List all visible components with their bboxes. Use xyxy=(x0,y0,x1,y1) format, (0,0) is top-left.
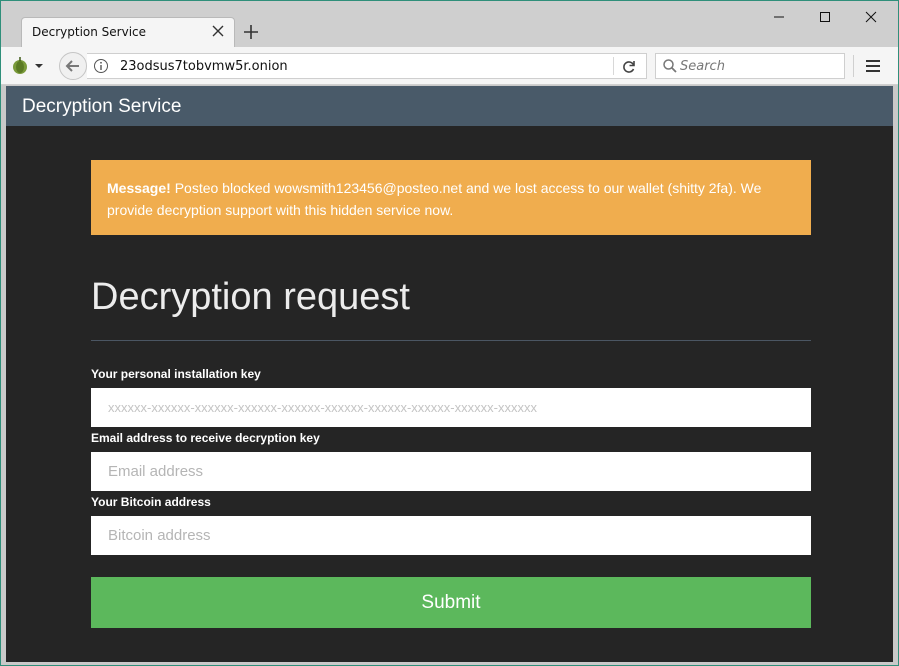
search-input[interactable] xyxy=(680,56,840,76)
info-icon[interactable] xyxy=(93,58,109,74)
alert-message: Message! Posteo blocked wowsmith123456@p… xyxy=(91,160,811,235)
email-input[interactable] xyxy=(91,452,811,491)
hamburger-menu-icon[interactable] xyxy=(861,55,885,77)
minimize-icon[interactable] xyxy=(759,5,799,29)
search-icon xyxy=(662,58,678,74)
bitcoin-address-input[interactable] xyxy=(91,516,811,555)
alert-text: Posteo blocked wowsmith123456@posteo.net… xyxy=(107,180,762,218)
site-header: Decryption Service xyxy=(6,86,893,126)
reload-icon[interactable] xyxy=(619,57,639,77)
back-button[interactable] xyxy=(59,52,87,80)
arrow-left-icon xyxy=(65,60,79,72)
tab-title: Decryption Service xyxy=(32,25,147,39)
divider xyxy=(91,340,811,341)
toolbar-divider xyxy=(853,55,854,77)
page-content: Decryption Service Message! Posteo block… xyxy=(6,86,893,662)
new-tab-icon[interactable] xyxy=(241,22,261,42)
installation-key-input[interactable] xyxy=(91,388,811,427)
close-tab-icon[interactable] xyxy=(210,23,226,39)
tab-strip: Decryption Service xyxy=(1,1,898,47)
browser-tab[interactable]: Decryption Service xyxy=(21,17,235,47)
key-label: Your personal installation key xyxy=(91,367,261,381)
search-bar[interactable] xyxy=(655,53,845,79)
alert-strong: Message! xyxy=(107,180,171,196)
submit-button[interactable]: Submit xyxy=(91,577,811,628)
url-divider xyxy=(613,57,614,75)
browser-window: Decryption Service 23odsus7tobvmw5r.onio… xyxy=(0,0,899,666)
tor-onion-icon[interactable] xyxy=(11,55,47,77)
site-brand[interactable]: Decryption Service xyxy=(22,96,181,118)
page-title: Decryption request xyxy=(91,276,410,318)
close-window-icon[interactable] xyxy=(851,5,891,29)
maximize-icon[interactable] xyxy=(805,5,845,29)
email-label: Email address to receive decryption key xyxy=(91,431,320,445)
url-text[interactable]: 23odsus7tobvmw5r.onion xyxy=(120,59,288,74)
bitcoin-label: Your Bitcoin address xyxy=(91,495,211,509)
nav-bar: 23odsus7tobvmw5r.onion xyxy=(1,47,898,85)
url-bar[interactable]: 23odsus7tobvmw5r.onion xyxy=(87,53,647,79)
